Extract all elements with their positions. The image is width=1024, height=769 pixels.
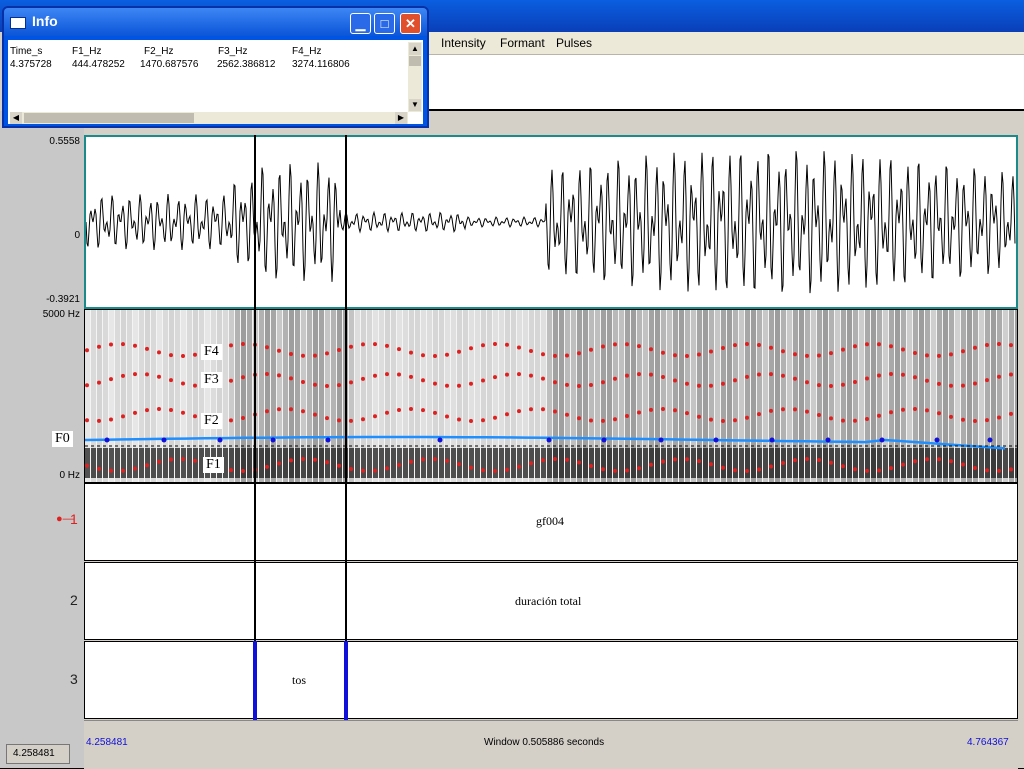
info-window: Info ▁ □ ✕ Time_s F1_Hz F2_Hz F3_Hz F4_H… <box>2 6 429 128</box>
tier-1-number: 1 <box>70 511 78 527</box>
tier-3-interval-text[interactable]: tos <box>292 673 306 688</box>
close-icon[interactable]: ✕ <box>400 13 421 34</box>
value-f1: 444.478252 <box>72 59 125 70</box>
total-start-box[interactable]: 4.258481 <box>6 744 70 764</box>
selection-start-line[interactable] <box>254 135 256 720</box>
f2-label: F2 <box>201 413 222 429</box>
value-f3: 2562.386812 <box>217 59 276 70</box>
header-f4: F4_Hz <box>292 46 322 57</box>
header-f2: F2_Hz <box>144 46 174 57</box>
editor-toolbar-area <box>425 55 1024 111</box>
vertical-scroll-thumb[interactable] <box>409 56 421 66</box>
tier-2[interactable]: duración total <box>84 562 1018 640</box>
waveform-trace <box>85 151 1016 294</box>
window-icon <box>10 17 26 29</box>
scroll-left-icon[interactable]: ◀ <box>10 112 22 124</box>
tier-2-interval-text[interactable]: duración total <box>515 594 581 609</box>
spectrogram-ymin-label: 0 Hz <box>59 470 80 481</box>
value-time: 4.375728 <box>10 59 52 70</box>
scroll-down-icon[interactable]: ▼ <box>409 99 421 111</box>
waveform-panel[interactable] <box>84 135 1018 309</box>
f0-label: F0 <box>52 431 73 447</box>
value-f2: 1470.687576 <box>140 59 199 70</box>
waveform-ymin-label: -0.3921 <box>46 294 80 305</box>
tier-1[interactable]: gf004 <box>84 483 1018 561</box>
spectrogram-image <box>85 310 1017 482</box>
left-axis-gutter: 0.5558 0 -0.3921 5000 Hz 0 Hz F0 ●— 1 2 … <box>0 111 84 768</box>
horizontal-scroll-thumb[interactable] <box>24 113 194 123</box>
time-bar: 4.258481 Window 0.505886 seconds 4.76436… <box>84 720 1018 769</box>
minimize-icon[interactable]: ▁ <box>350 13 371 34</box>
info-title: Info <box>32 13 58 29</box>
spectrogram-panel[interactable]: F4 F3 F2 F1 <box>84 309 1018 483</box>
menu-pulses[interactable]: Pulses <box>556 36 592 50</box>
menu-bar: Intensity Formant Pulses <box>425 32 1024 55</box>
info-titlebar[interactable]: Info ▁ □ ✕ <box>4 8 427 36</box>
menu-formant[interactable]: Formant <box>500 36 545 50</box>
tier-3[interactable]: tos <box>84 641 1018 719</box>
waveform-zero-label: 0 <box>74 230 80 241</box>
tier-1-interval-text[interactable]: gf004 <box>536 514 564 529</box>
f3-label: F3 <box>201 372 222 388</box>
horizontal-scrollbar[interactable]: ◀ ▶ <box>10 112 408 124</box>
selection-end-line[interactable] <box>345 135 347 720</box>
scroll-right-icon[interactable]: ▶ <box>395 112 407 124</box>
spectrogram-ymax-label: 5000 Hz <box>42 309 80 320</box>
tier-3-boundary-end[interactable] <box>344 641 348 721</box>
menu-intensity[interactable]: Intensity <box>441 36 486 50</box>
vertical-scrollbar[interactable]: ▲ ▼ <box>408 42 422 112</box>
tier-2-number: 2 <box>70 592 78 608</box>
tier-3-number: 3 <box>70 671 78 687</box>
visible-end-time[interactable]: 4.764367 <box>967 737 1009 748</box>
value-f4: 3274.116806 <box>292 59 350 70</box>
f1-label: F1 <box>203 457 224 473</box>
window-duration[interactable]: Window 0.505886 seconds <box>484 737 604 748</box>
visible-start-time[interactable]: 4.258481 <box>86 737 128 748</box>
header-f3: F3_Hz <box>218 46 248 57</box>
maximize-icon[interactable]: □ <box>374 13 395 34</box>
scroll-up-icon[interactable]: ▲ <box>409 43 421 55</box>
tier-3-boundary-start[interactable] <box>253 641 257 721</box>
header-f1: F1_Hz <box>72 46 102 57</box>
header-time: Time_s <box>10 46 43 57</box>
f4-label: F4 <box>201 344 222 360</box>
waveform-ymax-label: 0.5558 <box>49 136 80 147</box>
